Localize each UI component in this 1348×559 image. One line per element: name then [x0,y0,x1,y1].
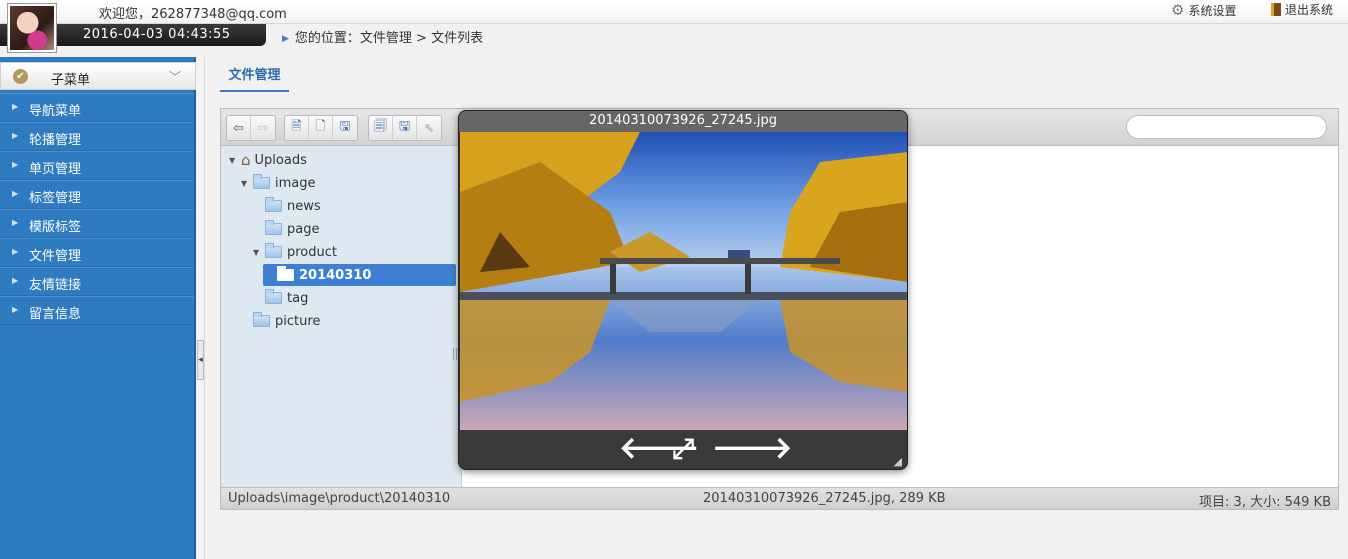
preview-title[interactable]: 20140310073926_27245.jpg [459,111,907,132]
file-manager-statusbar: Uploads\image\product\20140310 201403100… [221,487,1338,510]
system-settings-link[interactable]: ⚙ 系统设置 [1171,1,1236,19]
status-file-info: 20140310073926_27245.jpg, 289 KB [703,491,946,506]
edit-button-group: 🗐 🖫 ⬉ [368,115,442,141]
folder-icon [265,220,282,235]
triangle-right-icon: ▶ [12,131,19,140]
triangle-right-icon: ▶ [12,160,19,169]
triangle-right-icon: ▶ [12,218,19,227]
system-settings-label: 系统设置 [1188,3,1237,18]
sidebar-item-label: 标签管理 [29,191,82,206]
tree-node-label: Uploads [254,152,307,168]
expanded-triangle-icon[interactable]: ▼ [253,248,265,257]
tree-node-label: 20140310 [299,267,372,283]
tree-node-label: page [287,221,320,237]
copy-icon[interactable]: 🗐 [369,116,393,140]
triangle-right-icon: ▶ [12,102,19,111]
sidebar-collapse-handle[interactable]: ◂ [197,340,204,380]
triangle-right-icon: ▶ [12,276,19,285]
file-button-group: 🗎 🗋 🖫 [284,115,358,141]
folder-icon [253,312,270,327]
open-folder-icon [277,266,294,281]
fullscreen-expand-icon[interactable]: ⤢ [666,434,700,466]
sidebar-item-label: 导航菜单 [29,104,82,119]
status-path: Uploads\image\product\20140310 [228,491,451,506]
logout-label: 退出系统 [1285,3,1334,17]
expanded-triangle-icon[interactable]: ▼ [241,179,253,188]
gear-icon: ⚙ [1171,1,1185,19]
history-button-group: ⇦ ⇨ [226,115,276,141]
folder-icon [265,243,282,258]
sidebar-item-messages[interactable]: ▶ 留言信息 [0,296,194,325]
triangle-right-icon: ▶ [282,34,289,44]
landscape-photo [460,132,907,430]
triangle-right-icon: ▶ [12,305,19,314]
tree-node-picture[interactable]: picture [253,310,320,332]
previous-arrow-icon[interactable]: 🡐 [619,434,699,466]
save-disk-icon[interactable]: 🖫 [393,116,417,140]
next-arrow-icon[interactable]: 🡒 [712,434,792,466]
new-file-icon[interactable]: 🗋 [309,116,333,140]
sidebar-item-label: 轮播管理 [29,133,82,148]
avatar[interactable] [7,3,57,53]
image-preview-dialog: 20140310073926_27245.jpg 🡐 ⤢ 🡒 ◢ [458,110,908,470]
tree-node-label: picture [275,313,321,329]
search-input[interactable] [1126,115,1327,139]
tab-file-management[interactable]: 文件管理 [220,66,289,92]
expanded-triangle-icon[interactable]: ▼ [229,156,241,165]
save-disk-icon[interactable]: 🖫 [333,116,357,140]
preview-image [460,132,907,430]
triangle-right-icon: ▶ [12,189,19,198]
tree-node-label: tag [287,290,309,306]
check-circle-icon: ✔ [13,69,28,84]
welcome-text: 欢迎您，262877348@qq.com [99,7,287,22]
home-icon: ⌂ [241,151,251,169]
logout-link[interactable]: 退出系统 [1271,1,1333,18]
select-cursor-icon[interactable]: ⬉ [417,116,441,140]
folder-icon [265,197,282,212]
upload-file-icon[interactable]: 🗎 [285,116,309,140]
sidebar-item-nav-menu[interactable]: ▶ 导航菜单 [0,93,194,122]
sidebar-collapse-bar: ◂ [196,57,205,559]
sidebar-item-label: 友情链接 [29,278,82,293]
tree-node-uploads[interactable]: ▼ ⌂ Uploads [229,149,307,171]
tree-node-label: product [287,244,338,260]
tree-node-label: image [275,175,316,191]
sidebar-item-single-page[interactable]: ▶ 单页管理 [0,151,194,180]
sidebar-item-label: 留言信息 [29,307,82,322]
datetime-text: 2016-04-03 04:43:55 [83,27,231,42]
chevron-down-icon: ﹀ [168,70,181,84]
sidebar-item-label: 文件管理 [29,249,82,264]
triangle-right-icon: ▶ [12,247,19,256]
preview-controls: 🡐 ⤢ 🡒 ◢ [459,430,907,469]
tree-node-label: news [287,198,321,214]
avatar-image [10,6,54,50]
sidebar-item-label: 模版标签 [29,220,82,235]
sidebar-item-friend-links[interactable]: ▶ 友情链接 [0,267,194,296]
exit-door-icon [1271,3,1281,16]
sidebar-item-carousel[interactable]: ▶ 轮播管理 [0,122,194,151]
tree-node-news[interactable]: news [265,195,321,217]
forward-arrow-icon[interactable]: ⇨ [251,116,275,140]
splitter-grip[interactable] [453,348,457,360]
resize-grip-icon[interactable]: ◢ [894,455,902,468]
sidebar-item-template-tags[interactable]: ▶ 模版标签 [0,209,194,238]
tree-node-product[interactable]: ▼ product [253,241,337,263]
tree-node-20140310[interactable]: 20140310 [263,264,456,286]
tree-node-page[interactable]: page [265,218,319,240]
folder-tree: ▼ ⌂ Uploads ▼ image news page ▼ product 2014… [221,146,462,488]
status-summary: 项目: 3, 大小: 549 KB [1199,495,1331,510]
folder-icon [265,289,282,304]
sidebar-item-tags[interactable]: ▶ 标签管理 [0,180,194,209]
sidebar-item-file-management[interactable]: ▶ 文件管理 [0,238,194,267]
tree-node-image[interactable]: ▼ image [241,172,316,194]
breadcrumb-text: 您的位置：文件管理 > 文件列表 [294,31,484,46]
submenu-title: 子菜单 [51,73,91,88]
tree-node-tag[interactable]: tag [265,287,308,309]
breadcrumb: ▶ 您的位置：文件管理 > 文件列表 [282,27,483,46]
back-arrow-icon[interactable]: ⇦ [227,116,251,140]
sidebar-item-label: 单页管理 [29,162,82,177]
folder-icon [253,174,270,189]
submenu-header[interactable]: ✔ 子菜单 ﹀ [0,62,196,90]
